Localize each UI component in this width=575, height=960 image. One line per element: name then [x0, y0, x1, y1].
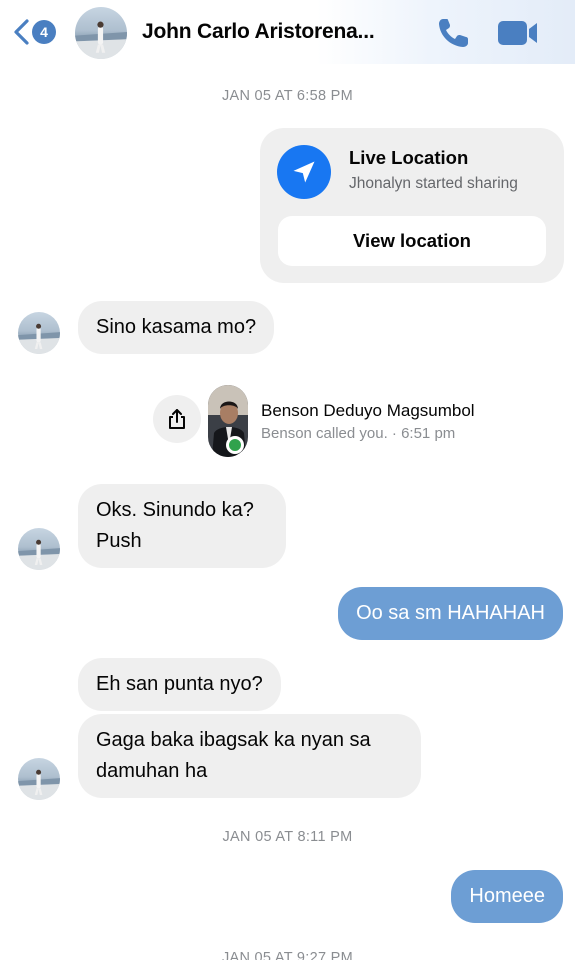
online-status-indicator: [226, 436, 244, 454]
message-bubble-incoming[interactable]: Eh san punta nyo?: [78, 658, 281, 711]
call-event-detail: Benson called you. · 6:51 pm: [261, 425, 456, 442]
video-camera-icon: [498, 21, 537, 45]
message-bubble-outgoing[interactable]: Oo sa sm HAHAHAH: [338, 587, 563, 640]
video-call-button[interactable]: [497, 18, 539, 48]
caller-name: Benson Deduyo Magsumbol: [261, 401, 475, 420]
live-location-card[interactable]: Live Location Jhonalyn started sharing V…: [260, 128, 564, 283]
share-button[interactable]: [153, 395, 201, 443]
message-bubble-incoming[interactable]: Gaga baka ibagsak ka nyan sa damuhan ha: [78, 714, 421, 798]
timestamp: JAN 05 AT 8:11 PM: [222, 829, 353, 845]
share-icon: [169, 409, 185, 429]
chevron-left-icon: [14, 19, 29, 45]
audio-call-button[interactable]: [436, 16, 472, 50]
phone-icon: [439, 19, 468, 47]
live-location-subtitle: Jhonalyn started sharing: [349, 175, 518, 192]
timestamp: JAN 05 AT 6:58 PM: [221, 88, 354, 104]
chat-header: 4 John Carlo Aristorena...: [0, 0, 575, 64]
sender-avatar[interactable]: [18, 758, 60, 800]
message-bubble-incoming[interactable]: Oks. Sinundo ka? Push: [78, 484, 286, 568]
contact-avatar[interactable]: [75, 7, 127, 59]
contact-name[interactable]: John Carlo Aristorena...: [142, 20, 375, 44]
live-location-title: Live Location: [349, 147, 469, 168]
view-location-button[interactable]: View location: [278, 216, 546, 266]
navigation-arrow-icon: [277, 145, 331, 199]
back-button[interactable]: 4: [10, 17, 60, 47]
unread-badge: 4: [32, 20, 56, 44]
timestamp: JAN 05 AT 9:27 PM: [221, 950, 354, 960]
sender-avatar[interactable]: [18, 312, 60, 354]
message-bubble-outgoing[interactable]: Homeee: [451, 870, 563, 923]
message-bubble-incoming[interactable]: Sino kasama mo?: [78, 301, 275, 354]
sender-avatar[interactable]: [18, 528, 60, 570]
